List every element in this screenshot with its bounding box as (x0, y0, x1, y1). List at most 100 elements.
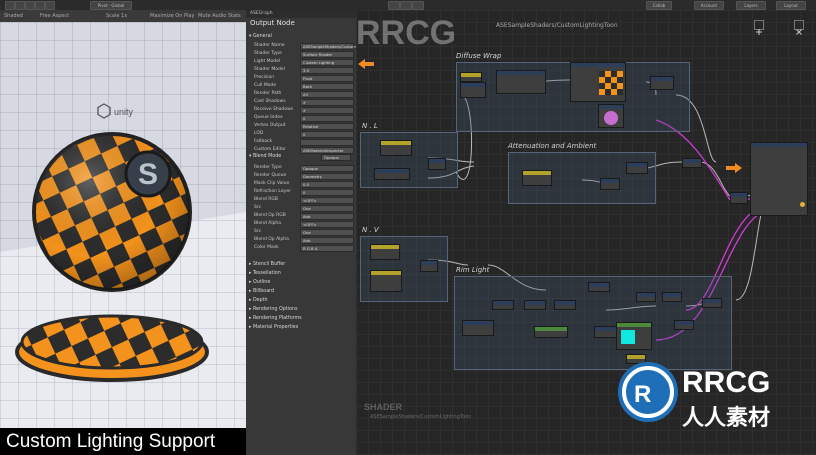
graph-node[interactable] (496, 70, 546, 94)
property-value-field[interactable]: Surface Shader (300, 51, 354, 58)
graph-node[interactable] (420, 260, 438, 272)
billboard-section-header[interactable]: ▸ Billboard (249, 289, 274, 294)
stencil-section-header[interactable]: ▸ Stencil Buffer (249, 262, 285, 267)
graph-node[interactable] (460, 82, 486, 98)
property-value-field[interactable]: Float (300, 75, 354, 82)
shading-mode-dropdown[interactable]: Shaded (4, 13, 23, 19)
layout-dropdown[interactable]: Layout (776, 1, 806, 10)
pause-button[interactable] (400, 1, 412, 16)
property-value-field[interactable]: One (300, 205, 354, 212)
graph-node[interactable] (534, 326, 568, 338)
property-value-field[interactable]: 0 (300, 115, 354, 122)
property-value-field[interactable]: ✔ (300, 99, 354, 106)
blend-mode-section-header[interactable]: ▾ Blend Mode Opaque (249, 154, 351, 161)
property-label: LOD (254, 131, 264, 136)
layers-dropdown[interactable]: Layers (736, 1, 766, 10)
property-value-field[interactable]: 0 (300, 131, 354, 138)
property-value-field[interactable] (300, 139, 354, 146)
tessellation-section-header[interactable]: ▸ Tessellation (249, 271, 281, 276)
graph-node[interactable] (650, 76, 674, 90)
property-value-field[interactable]: <OFF> (300, 197, 354, 204)
graph-node[interactable] (370, 270, 402, 292)
graph-node[interactable] (428, 158, 446, 170)
mute-audio-toggle[interactable]: Mute Audio (198, 13, 226, 19)
move-tool-button[interactable] (15, 1, 25, 10)
graph-node[interactable] (682, 158, 702, 168)
graph-node[interactable] (674, 320, 694, 330)
svg-text:unity: unity (114, 107, 134, 117)
texture-sample-node[interactable] (570, 62, 626, 102)
property-value-field[interactable]: Back (300, 83, 354, 90)
property-value-field[interactable]: Add (300, 213, 354, 220)
graph-node[interactable] (636, 292, 656, 302)
graph-node[interactable] (462, 320, 494, 336)
graph-node[interactable] (524, 300, 546, 310)
property-label: Color Mask (254, 245, 279, 250)
material-properties-section-header[interactable]: ▸ Material Properties (249, 325, 298, 330)
property-value-field[interactable]: Geometry (300, 173, 354, 180)
pivot-toggle[interactable]: Pivot · Global (90, 1, 132, 10)
graph-node[interactable] (702, 298, 722, 308)
rendering-options-section-header[interactable]: ▸ Rendering Options (249, 307, 297, 312)
rotate-tool-button[interactable] (25, 1, 35, 10)
graph-node[interactable] (588, 282, 610, 292)
scale-tool-button[interactable] (35, 1, 45, 10)
step-button[interactable] (412, 1, 424, 16)
collab-button[interactable]: Collab (646, 1, 672, 10)
graph-node[interactable] (730, 192, 748, 204)
aspect-dropdown[interactable]: Free Aspect (40, 13, 69, 19)
stats-toggle[interactable]: Stats (228, 13, 241, 19)
maximize-on-play-toggle[interactable]: Maximize On Play (150, 13, 194, 19)
graph-node[interactable] (492, 300, 514, 310)
property-value-field[interactable]: ASEMaterialInspector (300, 147, 354, 154)
hand-tool-button[interactable] (5, 1, 15, 10)
graph-node[interactable] (600, 178, 620, 190)
color-node[interactable] (616, 322, 652, 350)
property-label: Fallback (254, 139, 273, 144)
general-section-header[interactable]: ▾ General (249, 34, 272, 39)
property-value-field[interactable]: Relative (300, 123, 354, 130)
property-row: Src One (254, 229, 354, 236)
graph-node[interactable] (370, 244, 400, 260)
property-label: Vertex Output (254, 123, 286, 128)
graph-node[interactable] (598, 104, 624, 128)
rendering-platforms-section-header[interactable]: ▸ Rendering Platforms (249, 316, 302, 321)
graph-node[interactable] (594, 326, 618, 338)
blend-mode-dropdown[interactable]: Opaque (321, 154, 351, 161)
scene-viewport[interactable]: Shaded Free Aspect Scale 1x Maximize On … (0, 10, 246, 428)
property-value-field[interactable]: Custom Lighting (300, 59, 354, 66)
property-value-field[interactable]: 0.5 (300, 181, 354, 188)
property-row: Queue Index 0 (254, 115, 354, 122)
property-label: Custom Editor (254, 147, 286, 152)
property-value-field[interactable]: 0 (300, 189, 354, 196)
property-value-field[interactable]: <OFF> (300, 221, 354, 228)
outline-section-header[interactable]: ▸ Outline (249, 280, 270, 285)
graph-node[interactable] (380, 140, 412, 156)
property-value-field[interactable]: 3.0 (300, 67, 354, 74)
graph-node[interactable] (662, 292, 682, 302)
output-node-title: Output Node (250, 19, 295, 27)
node-graph-canvas[interactable]: ASESampleShaders/CustomLightingToon Diff… (356, 10, 816, 455)
property-value-field[interactable]: ✔ (300, 107, 354, 114)
rect-tool-button[interactable] (45, 1, 55, 10)
property-value-field[interactable]: Opaque (300, 165, 354, 172)
graph-node[interactable] (522, 170, 552, 186)
property-row: Render Path All (254, 91, 354, 98)
graph-node[interactable] (554, 300, 576, 310)
property-label: Mask Clip Value (254, 181, 290, 186)
property-value-field[interactable]: ASESampleShaders/CustomLightingToon (300, 43, 380, 50)
scale-slider[interactable]: Scale 1x (106, 13, 127, 19)
svg-text:R: R (634, 381, 651, 408)
output-port[interactable] (800, 202, 805, 207)
graph-node[interactable] (626, 162, 648, 174)
graph-node[interactable] (374, 168, 410, 180)
depth-section-header[interactable]: ▸ Depth (249, 298, 268, 303)
property-value-field[interactable]: Add (300, 237, 354, 244)
property-label: Shader Type (254, 51, 282, 56)
graph-node[interactable] (460, 72, 482, 82)
property-value-field[interactable]: One (300, 229, 354, 236)
account-button[interactable]: Account (694, 1, 724, 10)
property-value-field[interactable]: All (300, 91, 354, 98)
play-button[interactable] (388, 1, 400, 16)
property-value-field[interactable]: R G B A (300, 245, 354, 252)
